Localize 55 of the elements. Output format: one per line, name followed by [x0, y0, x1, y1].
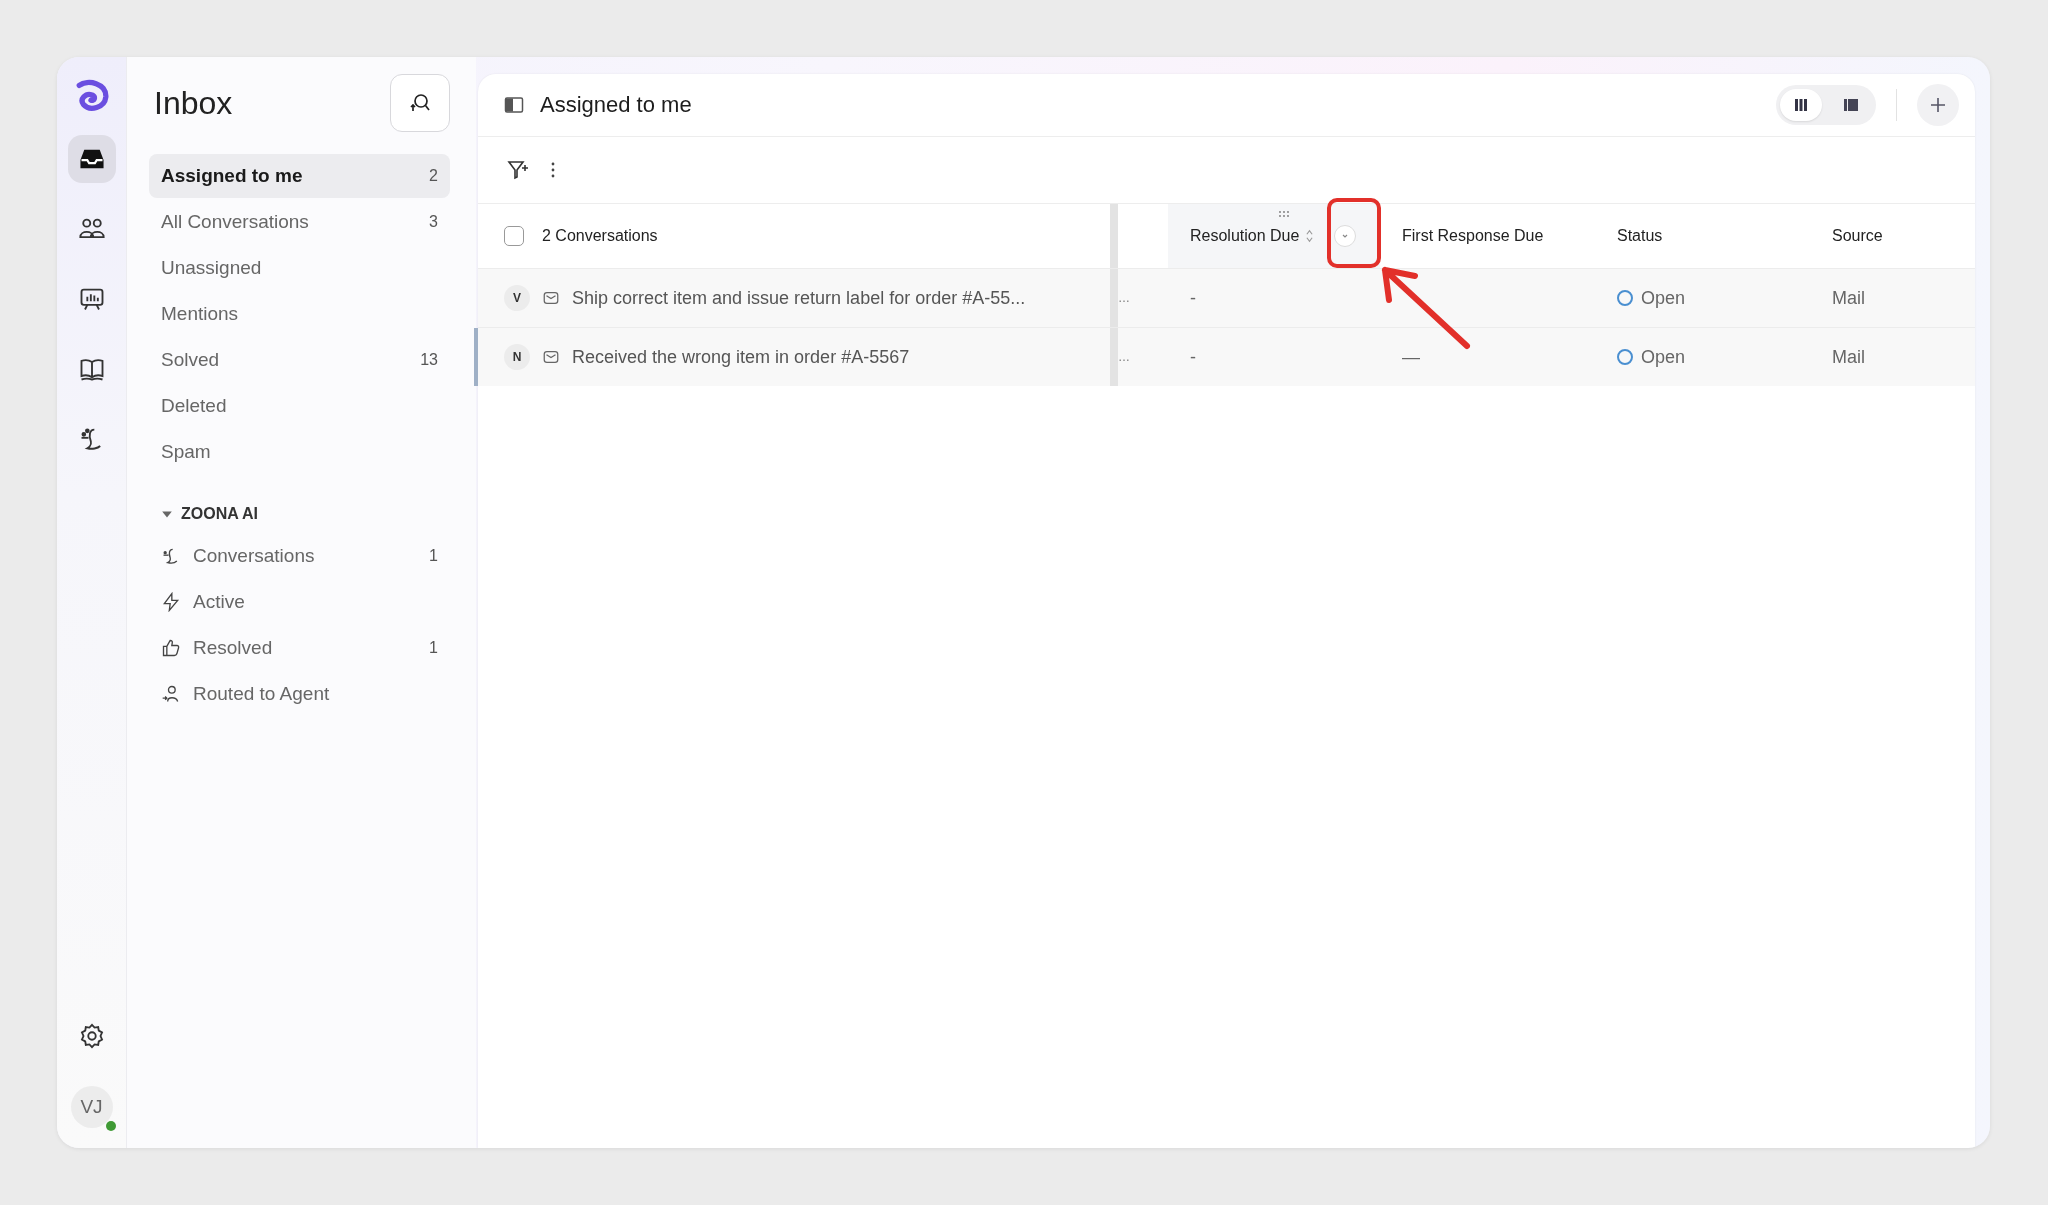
sidebar-toggle-icon[interactable] — [504, 95, 524, 115]
table-cell: - — [1190, 346, 1196, 368]
sidebar-item[interactable]: Routed to Agent — [149, 672, 450, 716]
search-button[interactable] — [390, 74, 450, 132]
columns-icon — [1793, 97, 1809, 113]
select-all-checkbox[interactable] — [504, 226, 524, 246]
highlight-box — [1327, 198, 1381, 268]
status-circle-icon — [1617, 349, 1633, 365]
logo-icon — [74, 79, 109, 113]
table-cell: … — [1118, 291, 1130, 305]
sidebar-item[interactable]: Spam — [149, 430, 450, 474]
status-circle-icon — [1617, 290, 1633, 306]
sidebar-item[interactable]: All Conversations 3 — [149, 200, 450, 244]
mail-icon — [542, 348, 560, 366]
view-title: Assigned to me — [540, 92, 692, 118]
contact-avatar: V — [504, 285, 530, 311]
drag-handle-icon[interactable] — [1278, 210, 1290, 218]
thumbs-up-icon — [161, 638, 181, 658]
inbox-icon[interactable] — [67, 135, 116, 183]
sidebar-title: Inbox — [154, 84, 233, 122]
lightning-icon — [161, 592, 181, 612]
table-cell: Mail — [1832, 287, 1865, 309]
filter-add-icon[interactable] — [506, 158, 530, 182]
person-arrow-icon — [161, 684, 181, 704]
sidebar-item[interactable]: Resolved 1 — [149, 626, 450, 670]
conversation-title: Ship correct item and issue return label for order #A-55... — [572, 287, 1026, 309]
mail-icon — [542, 289, 560, 307]
table-cell: … — [1118, 350, 1130, 364]
sidebar-item[interactable]: Mentions — [149, 292, 450, 336]
conversation-count: 2 Conversations — [542, 227, 658, 245]
sidebar-item[interactable]: Deleted — [149, 384, 450, 428]
contact-avatar: N — [504, 344, 530, 370]
table-row[interactable]: V Ship correct item and issue return label for order #A-55... … - Open Mail — [478, 268, 1975, 327]
sidebar-item[interactable]: Active — [149, 580, 450, 624]
status-label: Open — [1641, 346, 1686, 368]
sidebar-item[interactable]: Conversations 1 — [149, 534, 450, 578]
section-header[interactable]: ZOONA AI — [161, 500, 450, 528]
conversation-title: Received the wrong item in order #A-5567 — [572, 346, 910, 368]
table-cell: — — [1402, 346, 1420, 368]
user-avatar[interactable]: VJ — [70, 1086, 113, 1128]
table-cell: - — [1190, 287, 1196, 309]
sidebar-item[interactable]: Assigned to me 2 — [149, 154, 450, 198]
sidebar-item[interactable]: Unassigned — [149, 246, 450, 290]
plus-icon — [1928, 95, 1948, 115]
sidebar-item[interactable]: Solved 13 — [149, 338, 450, 382]
table-cell: Mail — [1832, 346, 1865, 368]
column-header[interactable]: Resolution Due — [1190, 227, 1300, 245]
status-label: Open — [1641, 287, 1686, 309]
column-header[interactable]: Status — [1617, 227, 1663, 245]
column-header[interactable]: First Response Due — [1402, 227, 1544, 245]
columns-view-button[interactable] — [1780, 89, 1822, 121]
add-button[interactable] — [1917, 84, 1959, 126]
column-header[interactable]: Source — [1832, 227, 1883, 245]
more-icon[interactable] — [550, 160, 556, 180]
split-panel-icon — [1843, 97, 1859, 113]
